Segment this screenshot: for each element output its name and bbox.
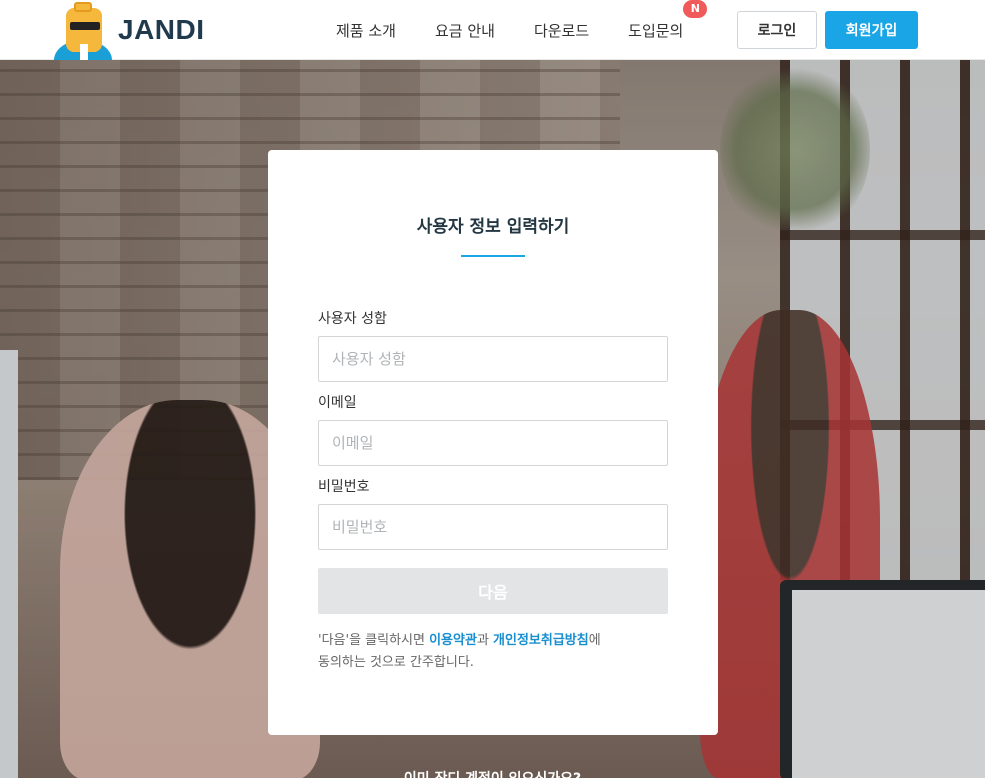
nav-item-product[interactable]: 제품 소개 [336, 20, 396, 41]
name-input[interactable] [318, 336, 668, 382]
password-input[interactable] [318, 504, 668, 550]
signup-card: 사용자 정보 입력하기 사용자 성함 이메일 비밀번호 다음 '다음'을 클릭하… [268, 150, 718, 735]
main-nav: 제품 소개 요금 안내 다운로드 도입문의 N [336, 0, 708, 60]
jandi-mascot-icon [52, 0, 114, 60]
email-label: 이메일 [318, 395, 357, 411]
nav-item-download[interactable]: 다운로드 [534, 20, 589, 41]
signup-button[interactable]: 회원가입 [825, 11, 918, 49]
password-label: 비밀번호 [318, 479, 370, 495]
nav-item-pricing[interactable]: 요금 안내 [435, 20, 495, 41]
next-button[interactable]: 다음 [318, 568, 668, 614]
privacy-link[interactable]: 개인정보취급방침 [493, 633, 589, 648]
terms-notice: '다음'을 클릭하시면 이용약관과 개인정보취급방침에 동의하는 것으로 간주합… [318, 633, 601, 670]
name-label: 사용자 성함 [318, 311, 387, 327]
terms-link[interactable]: 이용약관 [429, 633, 477, 648]
title-underline [461, 255, 525, 257]
logo-text: JANDI [118, 14, 205, 45]
login-button[interactable]: 로그인 [737, 11, 817, 49]
new-badge: N [683, 0, 708, 18]
nav-item-inquiry[interactable]: 도입문의 N [628, 0, 708, 41]
logo[interactable]: JANDI [52, 0, 205, 60]
existing-account-link[interactable]: 이미 잔디 계정이 있으신가요? [0, 768, 985, 778]
page-title: 사용자 정보 입력하기 [416, 217, 570, 237]
email-input[interactable] [318, 420, 668, 466]
top-header: JANDI 제품 소개 요금 안내 다운로드 도입문의 N 로그인 회원가입 [0, 0, 985, 60]
